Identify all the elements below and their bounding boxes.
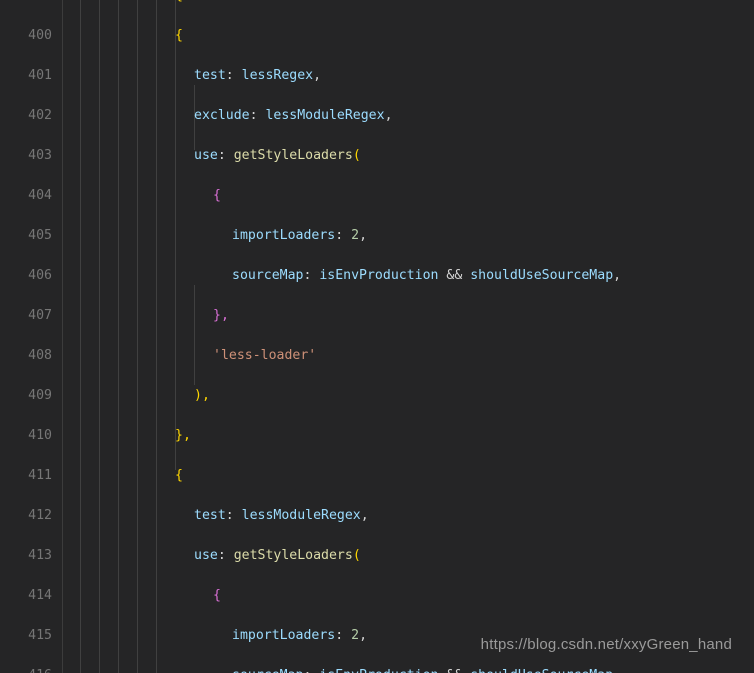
code-line[interactable]: 401 test: lessRegex,: [0, 66, 754, 86]
line-number: 403: [28, 148, 52, 163]
token-colon: :: [217, 148, 234, 163]
token-colon: :: [217, 548, 234, 563]
token-comma: ,: [384, 108, 393, 123]
token-operator: &&: [438, 668, 470, 673]
line-number: 408: [28, 348, 52, 363]
token-property: test: [194, 508, 226, 523]
token-colon: :: [225, 68, 242, 83]
code-line[interactable]: 405 importLoaders: 2,: [0, 226, 754, 246]
code-line[interactable]: 407 },: [0, 306, 754, 326]
code-surface[interactable]: 399 { 400 { 401 test: lessRegex, 402 exc…: [0, 0, 754, 673]
watermark: https://blog.csdn.net/xxyGreen_hand: [480, 636, 732, 653]
line-number: 406: [28, 268, 52, 283]
token-colon: :: [225, 508, 242, 523]
token-brace: {: [175, 468, 183, 483]
token-identifier: isEnvProduction: [319, 668, 438, 673]
token-comma: ,: [613, 268, 622, 283]
token-string: 'less-loader': [213, 348, 317, 363]
token-property: use: [194, 548, 218, 563]
line-number: 404: [28, 188, 52, 203]
line-number: 410: [28, 428, 52, 443]
code-line[interactable]: 406 sourceMap: isEnvProduction && should…: [0, 266, 754, 286]
token-comma: ,: [359, 228, 368, 243]
token-function: getStyleLoaders: [233, 548, 353, 563]
code-line[interactable]: 416 sourceMap: isEnvProduction && should…: [0, 666, 754, 673]
token-close-brace: },: [175, 428, 191, 443]
token-comma: ,: [313, 68, 322, 83]
token-identifier: lessRegex: [241, 68, 314, 83]
token-brace: {: [175, 0, 183, 3]
code-line[interactable]: 413 use: getStyleLoaders(: [0, 546, 754, 566]
token-comma: ,: [359, 628, 368, 643]
code-line[interactable]: 403 use: getStyleLoaders(: [0, 146, 754, 166]
token-property: test: [194, 68, 226, 83]
line-number: 407: [28, 308, 52, 323]
code-line[interactable]: 414 {: [0, 586, 754, 606]
token-number: 2: [351, 228, 360, 243]
token-operator: &&: [438, 268, 471, 283]
token-function: getStyleLoaders: [233, 148, 353, 163]
code-editor[interactable]: 399 { 400 { 401 test: lessRegex, 402 exc…: [0, 0, 754, 673]
token-property: sourceMap: [232, 268, 304, 283]
code-line[interactable]: 402 exclude: lessModuleRegex,: [0, 106, 754, 126]
token-brace: {: [213, 188, 221, 203]
token-property: use: [194, 148, 218, 163]
token-paren: (: [352, 548, 361, 563]
token-comma: ,: [360, 508, 369, 523]
token-close-paren: ),: [194, 388, 210, 403]
token-identifier: shouldUseSourceMap: [470, 668, 613, 673]
token-property: importLoaders: [232, 628, 336, 643]
line-number: 405: [28, 228, 52, 243]
token-identifier: lessModuleRegex: [241, 508, 361, 523]
code-line[interactable]: 400 {: [0, 26, 754, 46]
code-line[interactable]: 410 },: [0, 426, 754, 446]
token-identifier: shouldUseSourceMap: [470, 268, 614, 283]
code-line[interactable]: 399 {: [0, 0, 754, 6]
line-number: 402: [28, 108, 52, 123]
token-property: sourceMap: [232, 668, 303, 673]
token-property: exclude: [194, 108, 250, 123]
token-paren: (: [352, 148, 361, 163]
line-number: 409: [28, 388, 52, 403]
token-brace: {: [175, 28, 183, 43]
token-identifier: lessModuleRegex: [265, 108, 385, 123]
token-comma: ,: [613, 668, 621, 673]
token-colon: :: [249, 108, 266, 123]
code-line[interactable]: 412 test: lessModuleRegex,: [0, 506, 754, 526]
token-brace: {: [213, 588, 221, 603]
token-colon: :: [335, 628, 352, 643]
line-number: 416: [0, 666, 52, 673]
line-number: 401: [28, 68, 52, 83]
line-number: 415: [28, 628, 52, 643]
code-line[interactable]: 404 {: [0, 186, 754, 206]
token-colon: :: [303, 668, 319, 673]
line-number: 412: [28, 508, 52, 523]
line-number: 400: [28, 28, 52, 43]
line-number: 414: [28, 588, 52, 603]
token-colon: :: [303, 268, 320, 283]
code-line[interactable]: 409 ),: [0, 386, 754, 406]
token-identifier: isEnvProduction: [319, 268, 439, 283]
line-number: 413: [28, 548, 52, 563]
line-number: 411: [28, 468, 52, 483]
token-number: 2: [351, 628, 360, 643]
token-close-brace: },: [213, 308, 229, 323]
token-colon: :: [335, 228, 352, 243]
code-line[interactable]: 411 {: [0, 466, 754, 486]
token-property: importLoaders: [232, 228, 336, 243]
code-line[interactable]: 408 'less-loader': [0, 346, 754, 366]
line-number: 399: [0, 0, 52, 6]
